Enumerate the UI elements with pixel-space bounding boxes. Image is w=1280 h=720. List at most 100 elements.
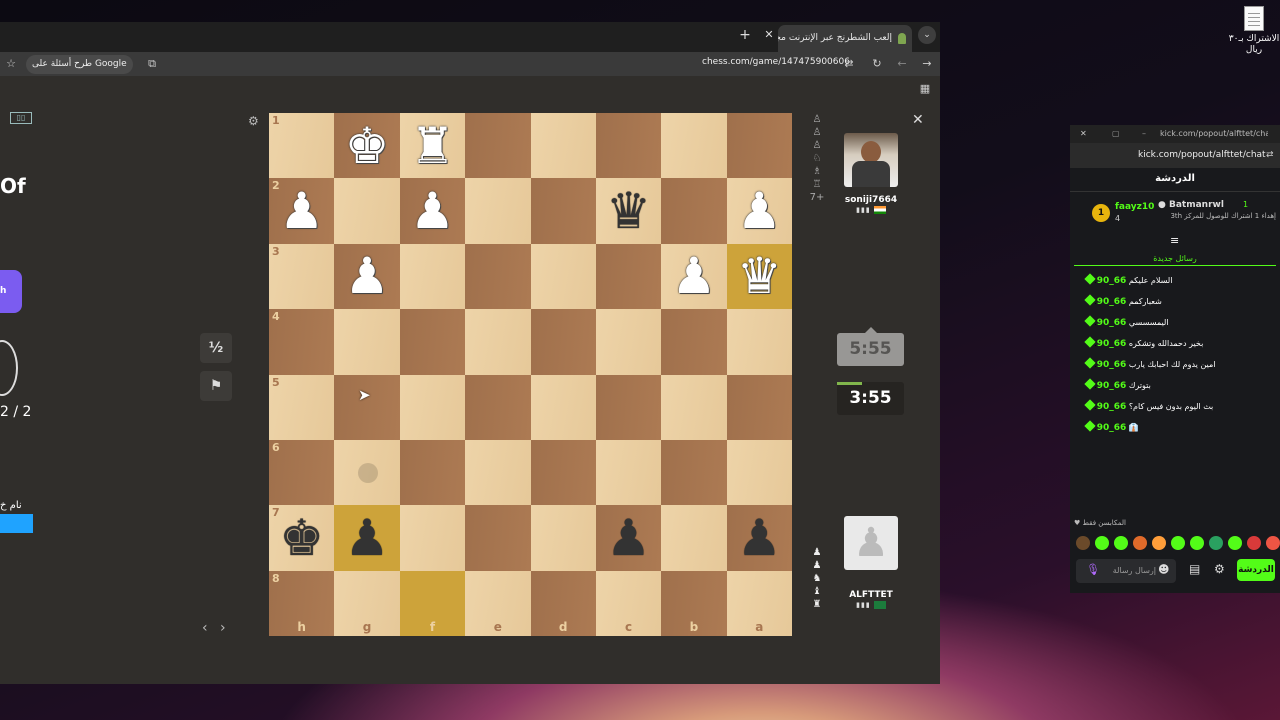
square-h6[interactable]: 6 bbox=[269, 439, 335, 506]
square-g2[interactable] bbox=[334, 178, 400, 244]
square-d2[interactable] bbox=[530, 178, 596, 244]
emote-icon[interactable] bbox=[1266, 536, 1280, 550]
square-c7[interactable]: ♟ bbox=[595, 505, 662, 571]
prev-arrow-icon[interactable]: ‹ bbox=[202, 620, 208, 636]
address-bar[interactable]: chess.com/game/147475900606 bbox=[702, 57, 850, 67]
square-c2[interactable]: ♛ bbox=[595, 178, 662, 244]
message-username[interactable]: 66_90 bbox=[1097, 297, 1127, 307]
message-username[interactable]: 66_90 bbox=[1097, 381, 1127, 391]
square-e8[interactable]: e bbox=[465, 570, 531, 636]
panel-close-icon[interactable]: ✕ bbox=[912, 112, 924, 128]
square-c6[interactable] bbox=[595, 439, 662, 506]
message-username[interactable]: 66_90 bbox=[1097, 339, 1127, 349]
pinned-user-2[interactable]: Batmanrwl bbox=[1169, 200, 1224, 210]
offer-draw-button[interactable]: ½ bbox=[200, 333, 232, 363]
square-g5[interactable] bbox=[334, 374, 400, 440]
microphone-icon[interactable]: 🎙 bbox=[1086, 563, 1100, 576]
message-username[interactable]: 66_90 bbox=[1097, 402, 1127, 412]
message-username[interactable]: 66_90 bbox=[1097, 360, 1127, 370]
chat-minimize-icon[interactable]: – bbox=[1142, 125, 1146, 143]
new-tab-icon[interactable]: + bbox=[737, 27, 753, 43]
white-piece-icon[interactable]: ♟ bbox=[661, 244, 726, 309]
square-c3[interactable] bbox=[595, 243, 662, 310]
black-piece-icon[interactable]: ♛ bbox=[596, 178, 661, 243]
top-player-name[interactable]: soniji7664 bbox=[836, 195, 906, 205]
black-piece-icon[interactable]: ♟ bbox=[727, 505, 792, 570]
square-g8[interactable]: g bbox=[334, 570, 400, 636]
square-f4[interactable] bbox=[399, 309, 466, 375]
square-b1[interactable] bbox=[661, 113, 727, 179]
apps-grid-icon[interactable]: ▦ bbox=[918, 82, 932, 96]
square-f1[interactable]: ♜ bbox=[399, 113, 466, 179]
square-h1[interactable]: 1 bbox=[269, 113, 335, 179]
move-hint-dot[interactable] bbox=[358, 463, 378, 483]
white-piece-icon[interactable]: ♜ bbox=[400, 113, 465, 178]
white-piece-icon[interactable]: ♟ bbox=[400, 178, 465, 243]
square-g1[interactable]: ♚ bbox=[334, 113, 400, 179]
forward-icon[interactable]: → bbox=[920, 57, 934, 71]
desktop-file-icon[interactable]: الاشتراك بـ٣٠ ريال bbox=[1226, 6, 1280, 56]
chat-url-text[interactable]: kick.com/popout/alfttet/chat bbox=[1138, 143, 1266, 168]
square-g4[interactable] bbox=[334, 309, 400, 375]
black-piece-icon[interactable]: ♟ bbox=[596, 505, 661, 570]
message-username[interactable]: 66_90 bbox=[1097, 423, 1127, 433]
white-piece-icon[interactable]: ♟ bbox=[334, 244, 399, 309]
chat-maximize-icon[interactable]: ▢ bbox=[1112, 125, 1120, 143]
screenshot-icon[interactable]: ⧉ bbox=[145, 57, 159, 71]
black-piece-icon[interactable]: ♚ bbox=[269, 505, 334, 570]
square-d6[interactable] bbox=[530, 439, 596, 506]
square-h4[interactable]: 4 bbox=[269, 309, 335, 375]
next-arrow-icon[interactable]: › bbox=[220, 620, 226, 636]
white-piece-icon[interactable]: ♟ bbox=[269, 178, 334, 243]
chat-message[interactable]: بخير دحمدالله وتشكره 66_90: bbox=[1080, 335, 1276, 353]
white-piece-icon[interactable]: ♛ bbox=[727, 244, 792, 309]
board-settings-gear-icon[interactable]: ⚙ bbox=[248, 114, 259, 128]
black-piece-icon[interactable]: ♟ bbox=[334, 505, 399, 570]
partial-blue-bar[interactable] bbox=[0, 514, 33, 533]
square-f5[interactable] bbox=[399, 374, 466, 440]
emote-icon[interactable] bbox=[1247, 536, 1261, 550]
square-e2[interactable] bbox=[465, 178, 531, 244]
square-d5[interactable] bbox=[530, 374, 596, 440]
square-e6[interactable] bbox=[465, 439, 531, 506]
chess-board[interactable]: 1 ♚ ♜ 2 ♟ ♟ ♛ ♟ 3 ♟ ♟ ♛ 4 5 6 7 ♚ ♟ ♟ ♟ 8 h g f e d c b a bbox=[269, 113, 792, 636]
ask-google-button[interactable]: طرح أسئلة على Google bbox=[26, 55, 133, 74]
square-e5[interactable] bbox=[465, 374, 531, 440]
tab-menu-chevron-icon[interactable]: ⌄ bbox=[918, 26, 936, 44]
square-h5[interactable]: 5 bbox=[269, 374, 335, 440]
square-f6[interactable] bbox=[399, 439, 466, 506]
chat-message[interactable]: السلام عليكم 66_90: bbox=[1080, 272, 1276, 290]
square-h3[interactable]: 3 bbox=[269, 243, 335, 310]
chat-message[interactable]: 👔 66_90: bbox=[1080, 419, 1276, 437]
square-d8[interactable]: d bbox=[530, 570, 596, 636]
square-e4[interactable] bbox=[465, 309, 531, 375]
square-c4[interactable] bbox=[595, 309, 662, 375]
square-g7[interactable]: ♟ bbox=[334, 505, 400, 571]
square-h7[interactable]: 7 ♚ bbox=[269, 505, 335, 571]
emote-icon[interactable] bbox=[1114, 536, 1128, 550]
square-a4[interactable] bbox=[726, 309, 792, 375]
emote-icon[interactable] bbox=[1095, 536, 1109, 550]
square-f3[interactable] bbox=[399, 243, 466, 310]
chat-message[interactable]: شعباركمم 66_90: bbox=[1080, 293, 1276, 311]
square-a3[interactable]: ♛ bbox=[726, 243, 792, 310]
square-d3[interactable] bbox=[530, 243, 596, 310]
square-a8[interactable]: a bbox=[726, 570, 792, 636]
square-a2[interactable]: ♟ bbox=[726, 178, 792, 244]
partial-purple-button[interactable]: h bbox=[0, 270, 22, 313]
square-a5[interactable] bbox=[726, 374, 792, 440]
square-e3[interactable] bbox=[465, 243, 531, 310]
emote-icon[interactable] bbox=[1171, 536, 1185, 550]
emote-icon[interactable] bbox=[1190, 536, 1204, 550]
bookmark-star-icon[interactable]: ☆ bbox=[4, 57, 18, 71]
square-d1[interactable] bbox=[530, 113, 596, 179]
white-piece-icon[interactable]: ♚ bbox=[334, 113, 399, 178]
square-b3[interactable]: ♟ bbox=[661, 243, 727, 310]
resign-flag-button[interactable]: ⚑ bbox=[200, 371, 232, 401]
white-piece-icon[interactable]: ♟ bbox=[727, 178, 792, 243]
square-d4[interactable] bbox=[530, 309, 596, 375]
square-c5[interactable] bbox=[595, 374, 662, 440]
square-e1[interactable] bbox=[465, 113, 531, 179]
square-b4[interactable] bbox=[661, 309, 727, 375]
emote-icon[interactable] bbox=[1152, 536, 1166, 550]
